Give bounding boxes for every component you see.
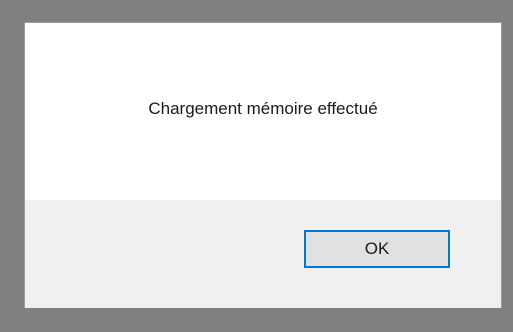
dialog-button-bar: OK [25,200,501,308]
ok-button[interactable]: OK [304,230,450,268]
alert-dialog: Chargement mémoire effectué OK [24,22,502,308]
dialog-message: Chargement mémoire effectué [148,98,378,118]
dialog-message-area: Chargement mémoire effectué [25,23,501,200]
